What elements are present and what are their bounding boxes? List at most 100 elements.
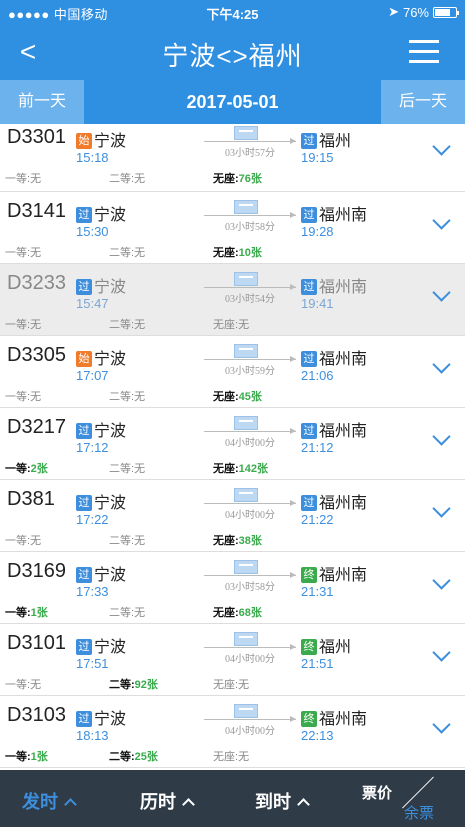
chevron-down-icon[interactable] (431, 360, 453, 374)
train-row[interactable]: D3233 过宁波 15:47 03小时54分过福州南 19:41 一等:无 二等:无 无座:… (0, 264, 465, 336)
seat-value: 无 (134, 607, 146, 619)
chevron-down-icon[interactable] (431, 504, 453, 518)
sort-by-departure-label: 发时 (22, 792, 58, 812)
seat-label: 二等: (109, 391, 135, 403)
next-day-button[interactable]: 后一天 (381, 80, 465, 124)
first-class-seats: 一等:1张 (5, 604, 48, 620)
seat-value: 无 (134, 247, 146, 259)
chevron-down-icon[interactable] (431, 720, 453, 734)
chevron-down-icon[interactable] (431, 576, 453, 590)
first-class-seats: 一等:无 (5, 316, 41, 332)
seat-label: 无座: (213, 247, 239, 259)
train-row[interactable]: D3101 过宁波 17:51 04小时00分终福州 21:51 一等:无 二等:92张 无座… (0, 624, 465, 696)
duration-text: 03小时58分 (225, 582, 275, 593)
arrival-station-name: 福州南 (319, 207, 368, 224)
second-class-seats: 二等:无 (109, 244, 145, 260)
train-row[interactable]: D3169 过宁波 17:33 03小时58分 终福州南 21:31 一等:1张 二等:无 无座… (0, 552, 465, 624)
route-arrow-icon (204, 212, 296, 218)
departure-badge: 过 (76, 639, 92, 655)
seat-label: 一等: (5, 247, 31, 259)
arrival-badge: 终 (301, 711, 317, 727)
route-arrow-icon (204, 644, 296, 650)
first-class-seats: 一等:无 (5, 532, 41, 548)
second-class-seats: 二等:无 (109, 532, 145, 548)
departure-badge: 过 (76, 207, 92, 223)
duration-text: 03小时57分 (225, 148, 275, 159)
seat-value: 142张 (238, 463, 269, 475)
menu-icon[interactable] (409, 40, 439, 64)
route-arrow-icon (204, 572, 296, 578)
train-row[interactable]: D3141 过宁波 15:30 03小时58分过福州南 19:28 一等:无 二等:无 无座:… (0, 192, 465, 264)
departure-station-name: 宁波 (94, 279, 127, 296)
seat-value: 1张 (30, 751, 48, 763)
sort-by-duration-tab[interactable]: 历时 (140, 788, 195, 814)
seat-label: 二等: (109, 535, 135, 547)
departure-time: 18:13 (76, 728, 109, 743)
seat-value: 无 (134, 173, 146, 185)
sort-by-arrival-tab[interactable]: 到时 (255, 788, 310, 814)
train-row[interactable]: D3305 始宁波 17:07 03小时59分过福州南 21:06 一等:无 二等:无 无座:… (0, 336, 465, 408)
train-number: D3233 (7, 272, 66, 294)
seat-value: 68张 (238, 607, 262, 619)
date-label[interactable]: 2017-05-01 (84, 80, 381, 124)
seat-label: 一等: (5, 391, 31, 403)
departure-time: 15:47 (76, 296, 109, 311)
previous-day-button[interactable]: 前一天 (0, 80, 84, 124)
train-list: D3301 始宁波 15:18 03小时57分过福州 19:15 一等:无 二等:无 无座:7… (0, 124, 465, 770)
arrival-station-name: 福州南 (319, 495, 368, 512)
arrival-station-name: 福州 (319, 133, 352, 150)
chevron-down-icon[interactable] (431, 648, 453, 662)
departure-station-name: 宁波 (94, 351, 127, 368)
duration: 04小时00分 (204, 704, 296, 737)
no-seat-tickets: 无座:无 (213, 676, 249, 692)
train-number: D3169 (7, 560, 66, 582)
train-row[interactable]: D3217 过宁波 17:12 04小时00分过福州南 21:12 一等:2张 二等:无 无座… (0, 408, 465, 480)
chevron-down-icon[interactable] (431, 432, 453, 446)
arrival-badge: 过 (301, 279, 317, 295)
chevron-down-icon[interactable] (431, 288, 453, 302)
second-class-seats: 二等:无 (109, 170, 145, 186)
seat-label: 无座: (213, 173, 239, 185)
departure-station-name: 宁波 (94, 639, 127, 656)
arrival-badge: 过 (301, 495, 317, 511)
arrival-time: 21:51 (301, 656, 334, 671)
departure-station: 过宁波 (76, 417, 126, 441)
first-class-seats: 一等:无 (5, 170, 41, 186)
train-row[interactable]: D3301 始宁波 15:18 03小时57分过福州 19:15 一等:无 二等:无 无座:7… (0, 124, 465, 192)
chevron-down-icon[interactable] (431, 142, 453, 156)
chevron-down-icon[interactable] (431, 216, 453, 230)
first-class-seats: 一等:无 (5, 388, 41, 404)
train-number: D381 (7, 488, 55, 510)
departure-station: 过宁波 (76, 273, 126, 297)
status-right: ➤ 76% (388, 4, 459, 20)
departure-station: 过宁波 (76, 489, 126, 513)
departure-badge: 过 (76, 711, 92, 727)
no-seat-tickets: 无座:无 (213, 316, 249, 332)
seat-value: 无 (30, 679, 42, 691)
seat-value: 2张 (30, 463, 48, 475)
route-arrow-icon (204, 428, 296, 434)
seat-label: 二等: (109, 247, 135, 259)
seat-label: 无座: (213, 751, 239, 763)
arrival-station-name: 福州 (319, 639, 352, 656)
no-seat-tickets: 无座:142张 (213, 460, 268, 476)
train-row[interactable]: D381 过宁波 17:22 04小时00分过福州南 21:22 一等:无 二等:无 无座:3… (0, 480, 465, 552)
departure-station-name: 宁波 (94, 495, 127, 512)
seat-label: 二等: (109, 319, 135, 331)
arrival-time: 21:22 (301, 512, 334, 527)
train-number: D3305 (7, 344, 66, 366)
train-icon (234, 560, 258, 574)
arrival-station: 过福州南 (301, 345, 367, 369)
no-seat-tickets: 无座:76张 (213, 170, 262, 186)
arrival-station: 过福州南 (301, 273, 367, 297)
no-seat-tickets: 无座:10张 (213, 244, 262, 260)
first-class-seats: 一等:2张 (5, 460, 48, 476)
train-row[interactable]: D3103 过宁波 18:13 04小时00分 终福州南 22:13 一等:1张 二等:25张… (0, 696, 465, 768)
arrival-time: 22:13 (301, 728, 334, 743)
sort-by-departure-tab[interactable]: 发时 (22, 788, 77, 814)
train-icon (234, 272, 258, 286)
chevron-up-icon (64, 797, 77, 811)
second-class-seats: 二等:无 (109, 460, 145, 476)
arrival-station: 终福州 (301, 633, 351, 657)
route-arrow-icon (204, 138, 296, 144)
